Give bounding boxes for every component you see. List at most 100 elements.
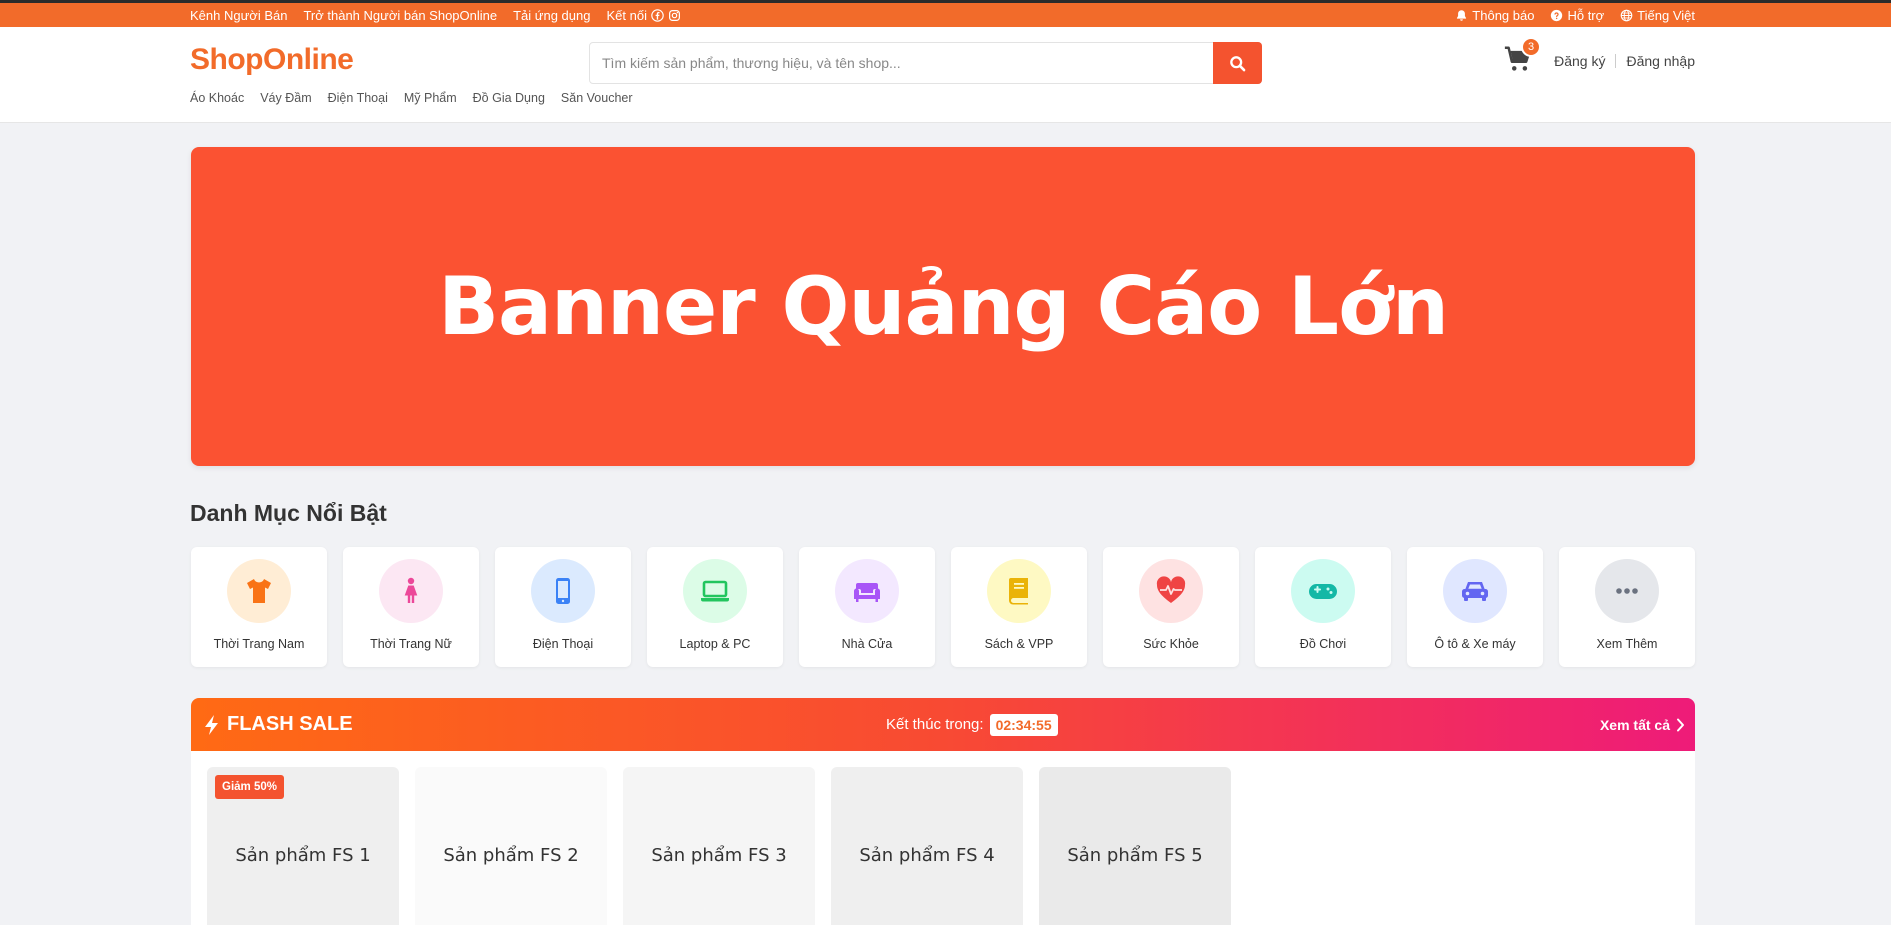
category-icon-bg [1139,559,1203,623]
category-icon-bg [683,559,747,623]
top-bar-right: Thông báo Hỗ trợ Tiếng Việt [1455,3,1695,27]
site-header: ShopOnline 3 Đăng ký Đăng nhập Áo Khoác … [0,27,1891,123]
shirt-icon [247,579,271,603]
flash-sale-product[interactable]: Sản phẩm FS 3 [623,767,815,925]
become-seller-link[interactable]: Trở thành Người bán ShopOnline [303,8,497,23]
product-name: Sản phẩm FS 4 [859,844,995,866]
flash-sale-product[interactable]: Sản phẩm FS 5 [1039,767,1231,925]
support-link[interactable]: Hỗ trợ [1550,8,1604,23]
see-all-label: Xem tất cả [1599,716,1670,733]
car-icon [1462,582,1488,601]
banner-text: Banner Quảng Cáo Lớn [438,260,1449,353]
flash-sale-title-group: FLASH SALE [203,698,353,751]
bolt-icon [205,714,218,735]
flash-sale-product[interactable]: Sản phẩm FS 4 [831,767,1023,925]
auth-divider [1615,54,1617,68]
flash-sale-timer: Kết thúc trong: 02:34:55 [886,698,1058,751]
search-button[interactable] [1213,42,1262,84]
search-bar [589,42,1262,84]
login-link[interactable]: Đăng nhập [1626,53,1695,69]
category-icon-bg [987,559,1051,623]
category-laptops[interactable]: Laptop & PC [647,547,783,667]
see-all-link[interactable]: Xem tất cả [1600,698,1685,751]
product-name: Sản phẩm FS 5 [1067,844,1203,866]
category-label: Thời Trang Nữ [370,637,452,651]
category-label: Ô tô & Xe máy [1434,637,1516,651]
flash-sale-products: Giảm 50% Sản phẩm FS 1 Sản phẩm FS 2 Sản… [207,767,1231,925]
category-womens-fashion[interactable]: Thời Trang Nữ [343,547,479,667]
question-circle-icon [1551,9,1563,21]
category-icon-bg [835,559,899,623]
category-health[interactable]: Sức Khỏe [1103,547,1239,667]
category-grid: Thời Trang Nam Thời Trang Nữ Điện Thoại … [191,547,1695,667]
category-nav: Áo Khoác Váy Đầm Điện Thoại Mỹ Phẩm Đồ G… [190,91,633,105]
notifications-label: Thông báo [1472,7,1535,23]
category-icon-bg [1595,559,1659,623]
download-app-link[interactable]: Tải ứng dụng [513,8,590,23]
cart-button[interactable]: 3 [1503,37,1541,78]
bell-icon [1457,9,1467,21]
categories-title: Danh Mục Nổi Bật [190,500,387,526]
language-link[interactable]: Tiếng Việt [1620,8,1695,23]
category-vehicles[interactable]: Ô tô & Xe máy [1407,547,1543,667]
category-phones[interactable]: Điện Thoại [495,547,631,667]
laptop-icon [701,580,729,602]
globe-icon [1620,9,1633,21]
facebook-icon[interactable] [651,8,664,22]
product-name: Sản phẩm FS 1 [235,844,371,866]
nav-item-vouchers[interactable]: Săn Voucher [561,91,633,105]
flash-sale-body: Giảm 50% Sản phẩm FS 1 Sản phẩm FS 2 Sản… [191,751,1695,925]
connect-label: Kết nối [606,7,647,23]
flash-sale-header: FLASH SALE Kết thúc trong: 02:34:55 Xem … [191,698,1695,751]
category-icon-bg [1443,559,1507,623]
flash-sale-product[interactable]: Sản phẩm FS 2 [415,767,607,925]
couch-icon [854,583,880,602]
category-icon-bg [227,559,291,623]
search-input[interactable] [590,43,1210,83]
category-mens-fashion[interactable]: Thời Trang Nam [191,547,327,667]
category-label: Đồ Chơi [1299,637,1347,651]
category-label: Laptop & PC [679,637,751,651]
category-icon-bg [379,559,443,623]
instagram-icon[interactable] [668,9,681,22]
nav-item-cosmetics[interactable]: Mỹ Phẩm [404,91,457,105]
cart-count-badge: 3 [1521,37,1541,57]
promo-banner[interactable]: Banner Quảng Cáo Lớn [191,147,1695,466]
support-label: Hỗ trợ [1567,7,1605,23]
countdown-clock: 02:34:55 [989,713,1058,736]
category-home[interactable]: Nhà Cửa [799,547,935,667]
category-more[interactable]: Xem Thêm [1559,547,1695,667]
category-label: Xem Thêm [1596,637,1658,651]
nav-item-jackets[interactable]: Áo Khoác [190,91,244,105]
heart-pulse-icon [1156,576,1186,603]
search-icon [1230,55,1246,71]
discount-badge: Giảm 50% [215,775,284,799]
mobile-icon [556,578,570,604]
nav-item-phones[interactable]: Điện Thoại [328,91,388,105]
ellipsis-icon [1616,588,1638,594]
seller-channel-link[interactable]: Kênh Người Bán [190,8,287,23]
notifications-link[interactable]: Thông báo [1455,8,1534,23]
language-label: Tiếng Việt [1637,7,1695,23]
nav-item-dresses[interactable]: Váy Đầm [260,91,311,105]
register-link[interactable]: Đăng ký [1554,53,1605,69]
category-icon-bg [1291,559,1355,623]
person-dress-icon [404,577,418,603]
category-label: Điện Thoại [532,637,594,651]
category-toys[interactable]: Đồ Chơi [1255,547,1391,667]
category-label: Sức Khỏe [1143,637,1199,651]
auth-links: Đăng ký Đăng nhập [1554,53,1695,69]
flash-sale-title: FLASH SALE [227,713,353,735]
product-name: Sản phẩm FS 2 [443,844,579,866]
category-label: Thời Trang Nam [213,637,305,651]
category-books[interactable]: Sách & VPP [951,547,1087,667]
category-icon-bg [531,559,595,623]
chevron-right-icon [1677,718,1684,731]
site-logo[interactable]: ShopOnline [190,43,354,77]
category-label: Nhà Cửa [841,637,893,651]
top-bar: Kênh Người Bán Trở thành Người bán ShopO… [0,3,1891,27]
category-label: Sách & VPP [984,637,1054,651]
top-bar-left: Kênh Người Bán Trở thành Người bán ShopO… [190,3,681,27]
nav-item-household[interactable]: Đồ Gia Dụng [473,91,545,105]
flash-sale-product[interactable]: Giảm 50% Sản phẩm FS 1 [207,767,399,925]
